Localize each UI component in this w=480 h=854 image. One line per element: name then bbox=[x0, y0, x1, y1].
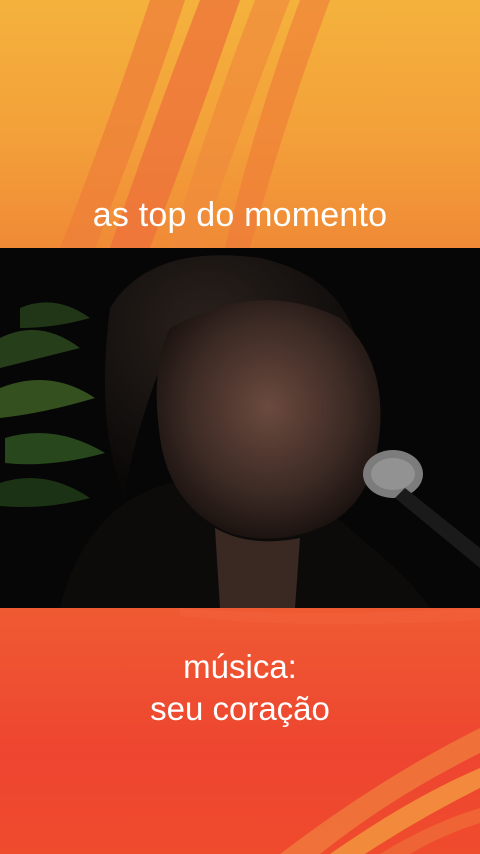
banner-title: as top do momento bbox=[92, 196, 388, 234]
caption-line-1: música: bbox=[183, 648, 297, 685]
video-player[interactable] bbox=[0, 248, 480, 608]
video-frame-image bbox=[0, 248, 480, 608]
decorative-swoosh-bottom bbox=[180, 608, 480, 854]
song-caption: música: seu coração bbox=[0, 646, 480, 730]
top-banner: as top do momento bbox=[0, 0, 480, 248]
caption-line-2: seu coração bbox=[150, 690, 330, 727]
story-frame: as top do momento música: seu coração bbox=[0, 0, 480, 854]
bottom-banner: música: seu coração bbox=[0, 608, 480, 854]
